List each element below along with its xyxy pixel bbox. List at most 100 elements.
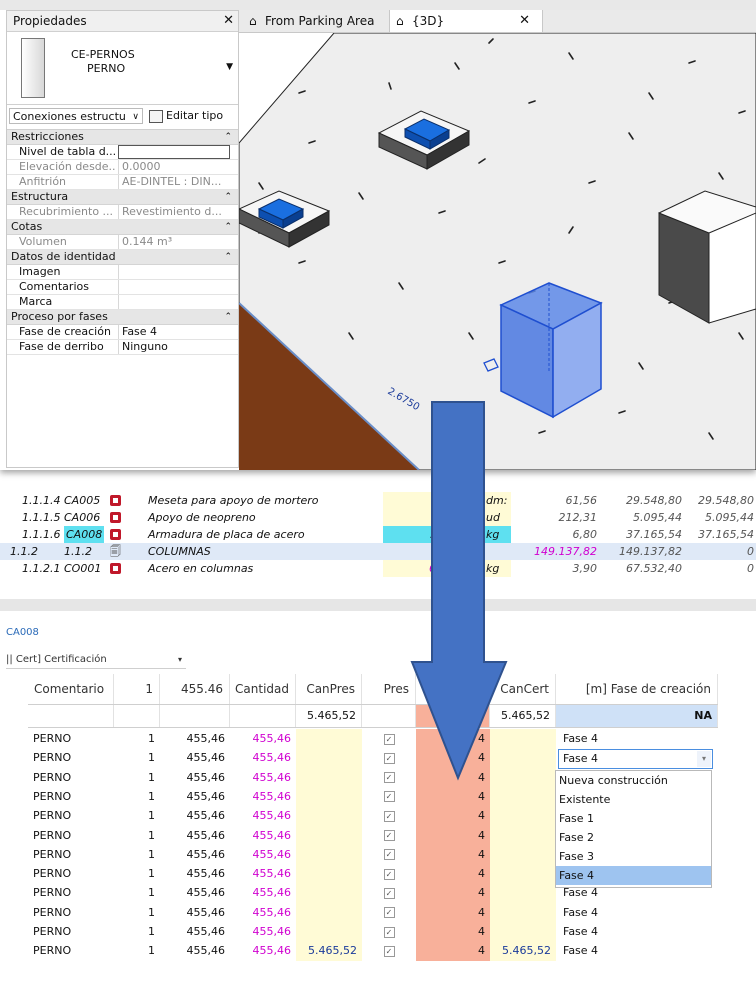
cant-cell[interactable]: 455,46 xyxy=(230,729,296,749)
v-cell[interactable]: 455,46 xyxy=(160,845,230,865)
column-header[interactable]: [m] Fase de creación xyxy=(556,674,718,704)
n-cell[interactable]: 1 xyxy=(114,748,160,768)
fase-cell[interactable]: Fase 4 xyxy=(556,941,718,961)
grid-row[interactable]: PERNO 1 455,46 455,46 5.465,52 ✓ 4 5.465,52 Fase… xyxy=(28,941,718,962)
c-cell[interactable]: PERNO xyxy=(28,903,114,923)
v-cell[interactable]: 455,46 xyxy=(160,922,230,942)
checkbox-icon[interactable]: ✓ xyxy=(383,887,395,899)
pres-cell[interactable]: ✓ xyxy=(362,941,416,961)
cancert-cell[interactable] xyxy=(490,864,556,885)
pres-cell[interactable]: ✓ xyxy=(362,922,416,942)
cant-cell[interactable]: 455,46 xyxy=(230,826,296,846)
checkbox-icon[interactable]: ✓ xyxy=(383,810,395,822)
checkbox-icon[interactable]: ✓ xyxy=(383,733,395,745)
category-filter-select[interactable]: Conexiones estructu ∨ xyxy=(9,108,143,124)
property-value[interactable] xyxy=(118,145,230,159)
dropdown-option[interactable]: Fase 4 xyxy=(556,866,711,885)
c-cell[interactable]: PERNO xyxy=(28,941,114,961)
dropdown-option[interactable]: Fase 3 xyxy=(556,847,711,866)
horizontal-scrollbar[interactable] xyxy=(0,599,756,611)
property-value[interactable]: Fase 4 xyxy=(118,325,234,339)
n-cell[interactable]: 1 xyxy=(114,806,160,826)
property-value[interactable]: Ninguno xyxy=(118,340,234,354)
checkbox-icon[interactable]: ✓ xyxy=(383,907,395,919)
cert-cell[interactable]: 4 xyxy=(416,825,490,846)
cancert-cell[interactable] xyxy=(490,902,556,923)
collapse-chevron-icon[interactable]: ⌃ xyxy=(224,220,232,234)
pres-cell[interactable]: ✓ xyxy=(362,768,416,788)
cancert-cell[interactable] xyxy=(490,825,556,846)
canpres-cell[interactable] xyxy=(296,767,362,788)
cancert-cell[interactable] xyxy=(490,844,556,865)
c-cell[interactable]: PERNO xyxy=(28,845,114,865)
c-cell[interactable]: PERNO xyxy=(28,787,114,807)
fase-cell[interactable]: Fase 4 xyxy=(556,729,718,749)
v-cell[interactable]: 455,46 xyxy=(160,864,230,884)
fase-cell[interactable]: Fase 4 xyxy=(556,903,718,923)
cert-cell[interactable]: 4 xyxy=(416,941,490,962)
checkbox-icon[interactable]: ✓ xyxy=(383,849,395,861)
property-value[interactable] xyxy=(118,295,234,309)
collapse-chevron-icon[interactable]: ⌃ xyxy=(224,130,232,144)
property-value[interactable] xyxy=(118,265,234,279)
canpres-cell[interactable] xyxy=(296,922,362,942)
certification-select[interactable]: || Cert] Certificación ▾ xyxy=(6,652,186,669)
checkbox-icon[interactable]: ✓ xyxy=(383,945,395,957)
budget-row[interactable]: 1.1.21.1.2🗐COLUMNAS1,00149.137,82149.137… xyxy=(0,543,756,560)
cant-cell[interactable]: 455,46 xyxy=(230,806,296,826)
c-cell[interactable]: PERNO xyxy=(28,864,114,884)
column-header[interactable]: 1 xyxy=(114,674,160,704)
cancert-cell[interactable] xyxy=(490,786,556,807)
cert-cell[interactable]: 4 xyxy=(416,864,490,885)
v-cell[interactable]: 455,46 xyxy=(160,768,230,788)
column-header[interactable]: Comentario xyxy=(28,674,114,704)
canpres-cell[interactable] xyxy=(296,902,362,923)
v-cell[interactable]: 455,46 xyxy=(160,729,230,749)
pres-cell[interactable]: ✓ xyxy=(362,883,416,903)
pres-cell[interactable]: ✓ xyxy=(362,845,416,865)
cert-cell[interactable]: 4 xyxy=(416,922,490,942)
chevron-down-icon[interactable]: ▼ xyxy=(226,62,233,72)
budget-row[interactable]: 1.1.1.6CA008Armadura de placa de acero5.… xyxy=(0,526,756,543)
checkbox-icon[interactable]: ✓ xyxy=(383,868,395,880)
collapse-chevron-icon[interactable]: ⌃ xyxy=(224,310,232,324)
collapse-chevron-icon[interactable]: ⌃ xyxy=(224,190,232,204)
canpres-cell[interactable] xyxy=(296,748,362,769)
c-cell[interactable]: PERNO xyxy=(28,748,114,768)
dropdown-option[interactable]: Fase 1 xyxy=(556,809,711,828)
cert-cell[interactable]: 4 xyxy=(416,844,490,865)
cancert-cell[interactable] xyxy=(490,883,556,904)
v-cell[interactable]: 455,46 xyxy=(160,903,230,923)
c-cell[interactable]: PERNO xyxy=(28,826,114,846)
properties-category[interactable]: Restricciones ⌃ xyxy=(7,130,238,145)
chevron-down-icon[interactable]: ▾ xyxy=(697,751,711,767)
tab-3d[interactable]: ⌂ {3D} ✕ xyxy=(389,10,543,32)
budget-row[interactable]: 1.1.1.5CA006Apoyo de neopreno24,00ud212,… xyxy=(0,509,756,526)
cant-cell[interactable]: 455,46 xyxy=(230,903,296,923)
fase-select[interactable]: Fase 4 ▾ xyxy=(558,749,713,769)
n-cell[interactable]: 1 xyxy=(114,922,160,942)
canpres-cell[interactable] xyxy=(296,883,362,904)
cancert-cell[interactable]: 5.465,52 xyxy=(490,941,556,962)
grid-row[interactable]: PERNO1455,46455,46✓4Fase 4 xyxy=(28,902,718,923)
v-cell[interactable]: 455,46 xyxy=(160,826,230,846)
column-header[interactable]: 455.46 xyxy=(160,674,230,704)
n-cell[interactable]: 1 xyxy=(114,903,160,923)
cant-cell[interactable]: 455,46 xyxy=(230,883,296,903)
cancert-cell[interactable] xyxy=(490,806,556,827)
n-cell[interactable]: 1 xyxy=(114,883,160,903)
pres-cell[interactable]: ✓ xyxy=(362,748,416,768)
pres-cell[interactable]: ✓ xyxy=(362,729,416,749)
checkbox-icon[interactable]: ✓ xyxy=(383,830,395,841)
cant-cell[interactable]: 455,46 xyxy=(230,864,296,884)
checkbox-icon[interactable]: ✓ xyxy=(383,791,395,803)
budget-row[interactable]: 1.1.1.4 CA005 Meseta para apoyo de mortero… xyxy=(0,492,756,509)
canpres-cell[interactable] xyxy=(296,844,362,865)
property-value[interactable] xyxy=(118,280,234,294)
type-selector[interactable]: CE-PERNOS PERNO ▼ xyxy=(7,32,238,105)
cant-cell[interactable]: 455,46 xyxy=(230,748,296,768)
grid-row[interactable]: PERNO1455,46455,46✓4Fase 4 xyxy=(28,729,718,749)
n-cell[interactable]: 1 xyxy=(114,787,160,807)
v-cell[interactable]: 455,46 xyxy=(160,787,230,807)
c-cell[interactable]: PERNO xyxy=(28,729,114,749)
